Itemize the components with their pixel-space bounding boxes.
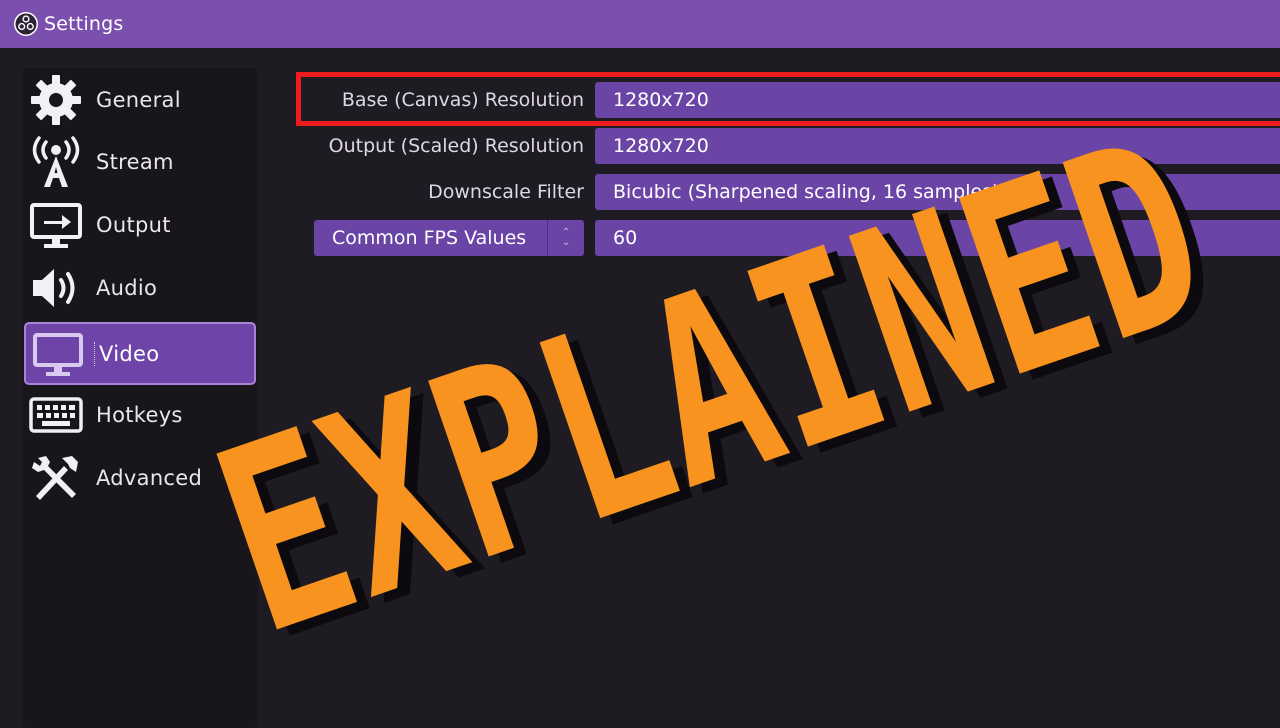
monitor-output-icon [26,197,86,253]
speaker-icon [26,260,86,316]
sidebar-item-label: Video [94,341,159,366]
obs-logo-icon [14,12,38,36]
sidebar-item-label: Stream [96,150,174,174]
fps-value-row: 60 [296,220,1280,256]
output-resolution-input[interactable]: 1280x720 [595,128,1280,164]
sidebar-item-label: General [96,88,181,112]
sidebar-item-output[interactable]: Output [24,195,256,255]
downscale-filter-select[interactable]: Bicubic (Sharpened scaling, 16 samples) [595,174,1280,210]
sidebar-item-label: Audio [96,276,158,300]
downscale-filter-row: Downscale Filter Bicubic (Sharpened scal… [296,174,1280,210]
keyboard-icon [26,387,86,443]
output-resolution-label: Output (Scaled) Resolution [328,135,584,157]
highlight-box [296,72,1280,126]
sidebar-item-hotkeys[interactable]: Hotkeys [24,385,256,445]
downscale-filter-label: Downscale Filter [428,181,584,203]
sidebar-item-stream[interactable]: Stream [24,132,256,192]
monitor-icon [28,326,88,382]
sidebar-item-label: Hotkeys [96,403,183,427]
title-bar: Settings [0,0,1280,48]
sidebar-item-label: Output [96,213,171,237]
output-resolution-row: Output (Scaled) Resolution 1280x720 [296,128,1280,164]
gear-icon [26,72,86,128]
fps-value-select[interactable]: 60 [595,220,1280,256]
sidebar-item-audio[interactable]: Audio [24,258,256,318]
sidebar-item-general[interactable]: General [24,70,256,130]
broadcast-tower-icon [26,134,86,190]
window-title: Settings [44,13,124,35]
tools-icon [26,450,86,506]
sidebar-item-video[interactable]: Video [24,322,256,385]
sidebar-item-label: Advanced [96,466,203,490]
sidebar-item-advanced[interactable]: Advanced [24,448,256,508]
settings-sidebar: General Stream Output Audio Video Hotkey… [22,68,258,728]
